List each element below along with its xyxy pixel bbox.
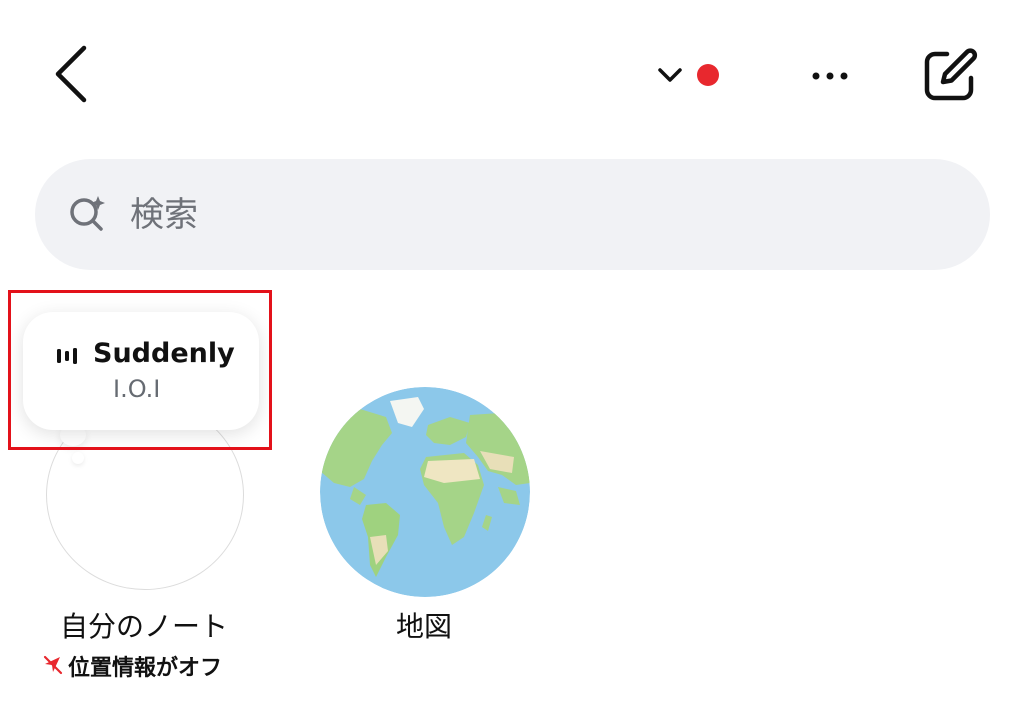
location-off-icon [42, 654, 64, 676]
back-button[interactable] [48, 42, 96, 106]
more-button[interactable] [804, 56, 856, 96]
back-icon [55, 45, 87, 103]
chevron-down-icon [658, 68, 682, 82]
highlight-box [8, 290, 272, 450]
location-status: 位置情報がオフ [68, 656, 223, 681]
notification-dot [697, 64, 719, 86]
world-map-icon [320, 387, 530, 597]
map-label: 地図 [396, 610, 453, 643]
compose-icon [924, 48, 978, 101]
account-switch-button[interactable] [652, 58, 688, 94]
compose-button[interactable] [917, 42, 983, 108]
own-note-label: 自分のノート [60, 610, 229, 643]
map-avatar[interactable] [320, 387, 530, 597]
more-icon [812, 72, 848, 80]
note-bubble-tail-small [72, 452, 84, 464]
search-sparkle-icon [66, 192, 110, 236]
search-input[interactable] [128, 184, 912, 246]
